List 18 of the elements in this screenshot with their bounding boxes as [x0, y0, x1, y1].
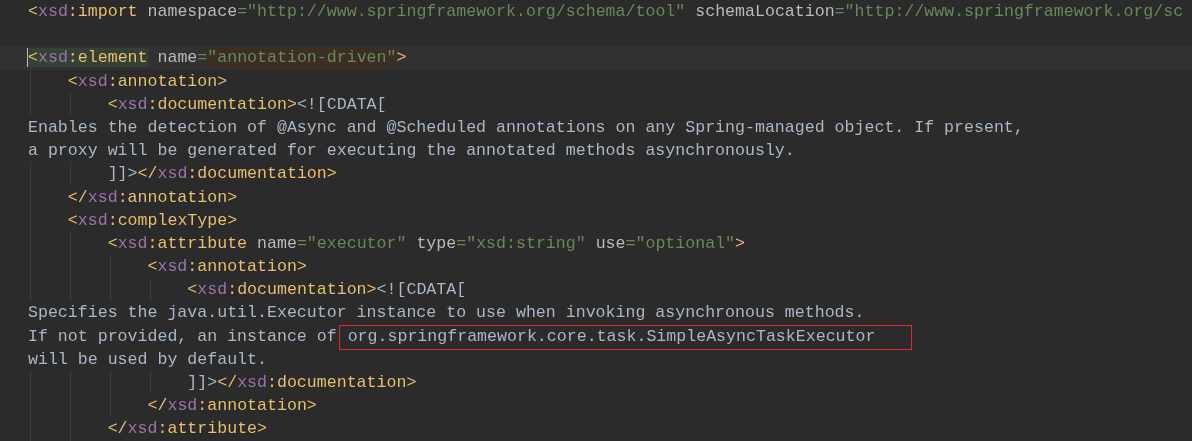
code-line: Enables the detection of @Async and @Scheduled annotations on any Spring-managed object. If present, [28, 116, 1024, 139]
code-line: <xsd:attribute name="executor" type="xsd:string" use="optional"> [106, 232, 746, 255]
code-line: <xsd:element name="annotation-driven"> [28, 47, 407, 70]
code-line: will be used by default. [28, 348, 267, 371]
code-line: Specifies the java.util.Executor instance to use when invoking asynchronous methods. [28, 302, 865, 325]
code-line: a proxy will be generated for executing the annotated methods asynchronously. [28, 140, 795, 163]
code-line: <xsd:documentation><![CDATA[ [106, 93, 387, 116]
code-line: <xsd:import namespace="http://www.springframework.org/schema/tool" schemaLocation="http://www.springframework.org/sc [28, 1, 1184, 23]
code-line: <xsd:annotation> [146, 256, 307, 279]
code-line: </xsd:attribute> [106, 418, 268, 441]
code-line: ]]></xsd:documentation> [106, 163, 337, 186]
code-line: <xsd:complexType> [66, 209, 238, 232]
code-line: </xsd:annotation> [146, 395, 317, 418]
code-line: <xsd:documentation><![CDATA[ [186, 279, 467, 302]
code-line: ]]></xsd:documentation> [186, 372, 417, 394]
code-line: If not provided, an instance of org.springframework.core.task.SimpleAsyncTaskExecutor [28, 324, 913, 350]
code-line: </xsd:annotation> [66, 186, 238, 209]
code-line: <xsd:annotation> [66, 70, 228, 93]
